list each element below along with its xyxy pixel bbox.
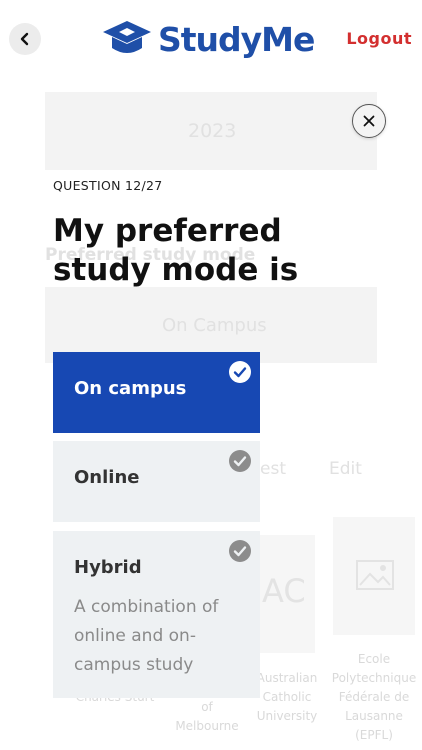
logout-button[interactable]: Logout (346, 29, 412, 48)
check-circle-icon (229, 540, 251, 562)
option-label: Online (74, 467, 140, 488)
logo: StudyMe (102, 16, 315, 62)
check-circle-icon (229, 450, 251, 472)
question-title: My preferred study mode is (53, 213, 299, 288)
graduation-cap-icon (103, 21, 151, 53)
option-hybrid[interactable]: Hybrid A combination of online and on-ca… (53, 531, 260, 698)
option-label: On campus (74, 378, 187, 399)
option-description: A combination of online and on-campus st… (74, 597, 219, 675)
close-icon (363, 115, 375, 127)
check-circle-icon (229, 361, 251, 383)
option-online[interactable]: Online (53, 441, 260, 522)
close-button[interactable] (352, 104, 386, 138)
back-button[interactable] (9, 23, 41, 55)
option-on-campus[interactable]: On campus (53, 352, 260, 433)
logo-text: StudyMe (158, 19, 315, 59)
chevron-left-icon (20, 32, 29, 46)
app-header: StudyMe Logout (0, 0, 422, 78)
question-dialog: QUESTION 12/27 My preferred study mode i… (0, 0, 422, 750)
question-counter: QUESTION 12/27 (53, 178, 163, 193)
option-label: Hybrid (74, 557, 142, 578)
